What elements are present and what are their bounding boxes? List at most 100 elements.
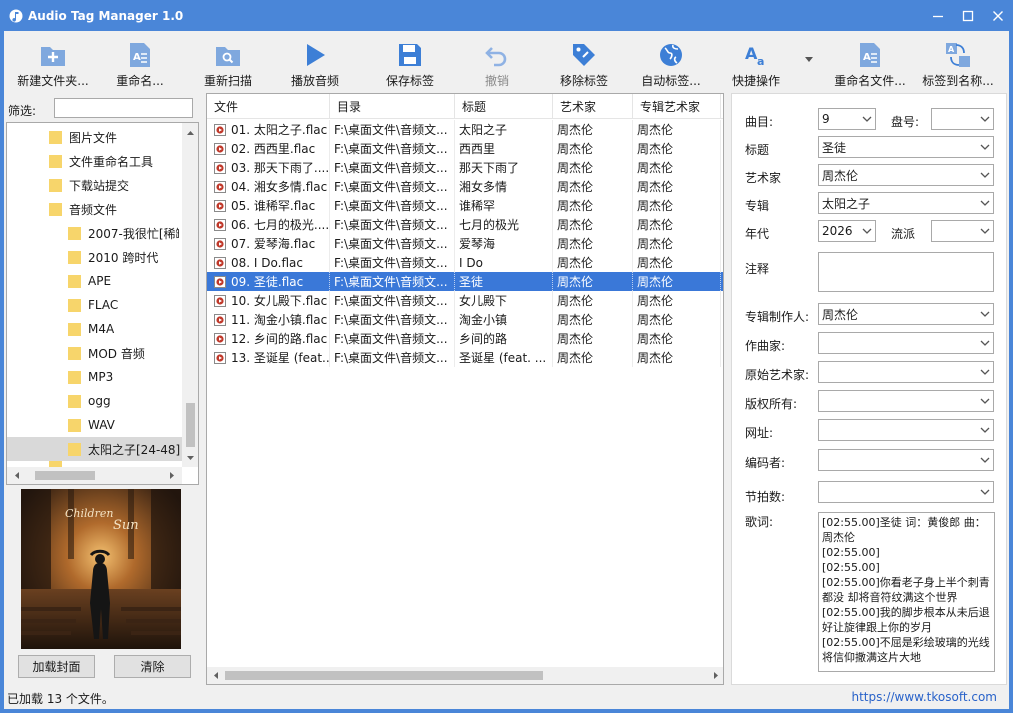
cell-artist: 周杰伦 <box>553 158 633 177</box>
svg-text:a: a <box>757 55 764 68</box>
tree-item-mod[interactable]: MOD 音频 <box>68 341 179 365</box>
column-header-directory[interactable]: 目录 <box>330 94 455 119</box>
rename-files-button[interactable]: A 重命名文件... <box>832 33 908 91</box>
title-bar: Audio Tag Manager 1.0 <box>0 0 1013 31</box>
cell-file: 02. 西西里.flac <box>207 139 330 158</box>
chevron-down-icon <box>980 457 990 463</box>
cell-album-artist: 周杰伦 <box>633 272 721 291</box>
table-row[interactable]: 09. 圣徒.flac F:\桌面文件\音频文... 圣徒 周杰伦 周杰伦 <box>207 272 723 291</box>
maximize-button[interactable] <box>953 0 983 31</box>
tree-item-rename-tool[interactable]: 文件重命名工具 <box>49 149 179 173</box>
tree-item-flac[interactable]: FLAC <box>68 293 179 317</box>
table-row[interactable]: 03. 那天下雨了.... F:\桌面文件\音频文... 那天下雨了 周杰伦 周杰伦 <box>207 158 723 177</box>
cell-file: 09. 圣徒.flac <box>207 272 330 291</box>
bpm-combo[interactable] <box>818 481 994 503</box>
table-row[interactable]: 13. 圣诞星 (feat.... F:\桌面文件\音频文... 圣诞星 (feat… <box>207 348 723 367</box>
cell-album-artist: 周杰伦 <box>633 158 721 177</box>
play-icon <box>300 41 330 69</box>
clear-cover-button[interactable]: 清除 <box>114 655 191 678</box>
composer-combo[interactable] <box>818 332 994 354</box>
main-window: 新建文件夹... A 重命名... 重新扫描 播放音频 保存标签 撤销 移除标签… <box>0 31 1013 713</box>
font-aa-icon: Aa <box>741 41 771 69</box>
chevron-down-icon <box>980 427 990 433</box>
table-row[interactable]: 10. 女儿殿下.flac F:\桌面文件\音频文... 女儿殿下 周杰伦 周杰伦 <box>207 291 723 310</box>
new-folder-button[interactable]: 新建文件夹... <box>12 33 94 91</box>
table-row[interactable]: 07. 爱琴海.flac F:\桌面文件\音频文... 爱琴海 周杰伦 周杰伦 <box>207 234 723 253</box>
cell-directory-text: F:\桌面文件\音频文... <box>334 275 448 289</box>
rescan-button[interactable]: 重新扫描 <box>198 33 258 91</box>
album-combo[interactable]: 太阳之子 <box>818 192 994 214</box>
column-header-title[interactable]: 标题 <box>455 94 553 119</box>
column-header-file[interactable]: 文件 <box>207 94 330 119</box>
tag-to-name-button[interactable]: A 标签到名称... <box>920 33 996 91</box>
table-row[interactable]: 04. 湘女多情.flac F:\桌面文件\音频文... 湘女多情 周杰伦 周杰伦 <box>207 177 723 196</box>
cell-artist: 周杰伦 <box>553 177 633 196</box>
tree-item-wav[interactable]: WAV <box>68 413 179 437</box>
load-cover-button[interactable]: 加载封面 <box>18 655 95 678</box>
tree-item-ape[interactable]: APE <box>68 269 179 293</box>
quick-ops-button[interactable]: Aa 快捷操作 <box>726 33 786 91</box>
table-row[interactable]: 02. 西西里.flac F:\桌面文件\音频文... 西西里 周杰伦 周杰伦 <box>207 139 723 158</box>
cell-directory: F:\桌面文件\音频文... <box>330 253 455 272</box>
year-combo[interactable]: 2026 <box>818 220 876 242</box>
undo-button[interactable]: 撤销 <box>472 33 522 91</box>
bpm-label: 节拍数: <box>745 490 786 504</box>
table-row[interactable]: 05. 谁稀罕.flac F:\桌面文件\音频文... 谁稀罕 周杰伦 周杰伦 <box>207 196 723 215</box>
column-header-album-artist[interactable]: 专辑艺术家 <box>633 94 721 119</box>
table-row[interactable]: 12. 乡间的路.flac F:\桌面文件\音频文... 乡间的路 周杰伦 周杰伦 <box>207 329 723 348</box>
close-button[interactable] <box>983 0 1013 31</box>
table-row[interactable]: 08. I Do.flac F:\桌面文件\音频文... I Do 周杰伦 周杰伦 <box>207 253 723 272</box>
encoder-combo[interactable] <box>818 449 994 471</box>
cell-title: 七月的极光 <box>455 215 553 234</box>
tree-item-2007[interactable]: 2007-我很忙[稀缺 <box>68 221 179 245</box>
folder-tree[interactable]: 图片文件 文件重命名工具 下载站提交 音频文件 2007-我很忙[稀缺 2010… <box>6 122 199 485</box>
website-link[interactable]: https://www.tkosoft.com <box>852 690 998 704</box>
cell-directory-text: F:\桌面文件\音频文... <box>334 237 448 251</box>
cell-directory-text: F:\桌面文件\音频文... <box>334 256 448 270</box>
tree-item-audio-files[interactable]: 音频文件 <box>49 197 179 221</box>
tree-item-images[interactable]: 图片文件 <box>49 125 179 149</box>
genre-combo[interactable] <box>931 220 994 242</box>
copyright-combo[interactable] <box>818 390 994 412</box>
original-artist-label: 原始艺术家: <box>745 368 810 382</box>
cover-title-text: Sun <box>113 518 139 533</box>
lyrics-textarea[interactable]: [02:55.00]圣徒 词：黄俊郎 曲：周杰伦 [02:55.00] [02:… <box>818 512 995 672</box>
url-combo[interactable] <box>818 419 994 441</box>
cell-album-artist-text: 周杰伦 <box>637 218 674 232</box>
comment-input[interactable] <box>818 252 994 292</box>
save-tags-button[interactable]: 保存标签 <box>380 33 440 91</box>
table-row[interactable]: 06. 七月的极光.... F:\桌面文件\音频文... 七月的极光 周杰伦 周杰伦 <box>207 215 723 234</box>
auto-tag-button[interactable]: 自动标签... <box>638 33 704 91</box>
tree-horizontal-scrollbar[interactable] <box>7 467 182 484</box>
rename-button[interactable]: A 重命名... <box>110 33 170 91</box>
cell-title: 西西里 <box>455 139 553 158</box>
minimize-button[interactable] <box>923 0 953 31</box>
table-row[interactable]: 11. 淘金小镇.flac F:\桌面文件\音频文... 淘金小镇 周杰伦 周杰伦 <box>207 310 723 329</box>
file-list-horizontal-scrollbar[interactable] <box>207 667 723 684</box>
tree-item-2010[interactable]: 2010 跨时代 <box>68 245 179 269</box>
filter-input[interactable] <box>54 98 193 118</box>
file-list[interactable]: 文件 目录 标题 艺术家 专辑艺术家 01. 太阳之子.flac F:\桌面文件\… <box>206 93 724 685</box>
disc-combo[interactable] <box>931 108 994 130</box>
track-combo[interactable]: 9 <box>818 108 876 130</box>
cell-album-artist-text: 周杰伦 <box>637 256 674 270</box>
tree-item-m4a[interactable]: M4A <box>68 317 179 341</box>
tree-item-ogg[interactable]: ogg <box>68 389 179 413</box>
column-header-artist[interactable]: 艺术家 <box>553 94 633 119</box>
audio-file-icon <box>214 332 226 345</box>
chevron-down-icon <box>805 57 813 62</box>
album-artist-combo[interactable]: 周杰伦 <box>818 303 994 325</box>
table-row[interactable]: 01. 太阳之子.flac F:\桌面文件\音频文... 太阳之子 周杰伦 周杰伦 <box>207 120 723 139</box>
quick-ops-dropdown[interactable] <box>802 33 816 91</box>
tree-item-sun-child[interactable]: 太阳之子[24-48] <box>7 437 182 461</box>
play-audio-button[interactable]: 播放音频 <box>285 33 345 91</box>
tree-item-download-submit[interactable]: 下载站提交 <box>49 173 179 197</box>
audio-file-icon <box>214 123 226 136</box>
original-artist-combo[interactable] <box>818 361 994 383</box>
cell-title: 圣诞星 (feat. ... <box>455 348 553 367</box>
tree-item-mp3[interactable]: MP3 <box>68 365 179 389</box>
title-combo[interactable]: 圣徒 <box>818 136 994 158</box>
remove-tags-button[interactable]: 移除标签 <box>554 33 614 91</box>
tree-vertical-scrollbar[interactable] <box>182 123 198 467</box>
artist-combo[interactable]: 周杰伦 <box>818 164 994 186</box>
